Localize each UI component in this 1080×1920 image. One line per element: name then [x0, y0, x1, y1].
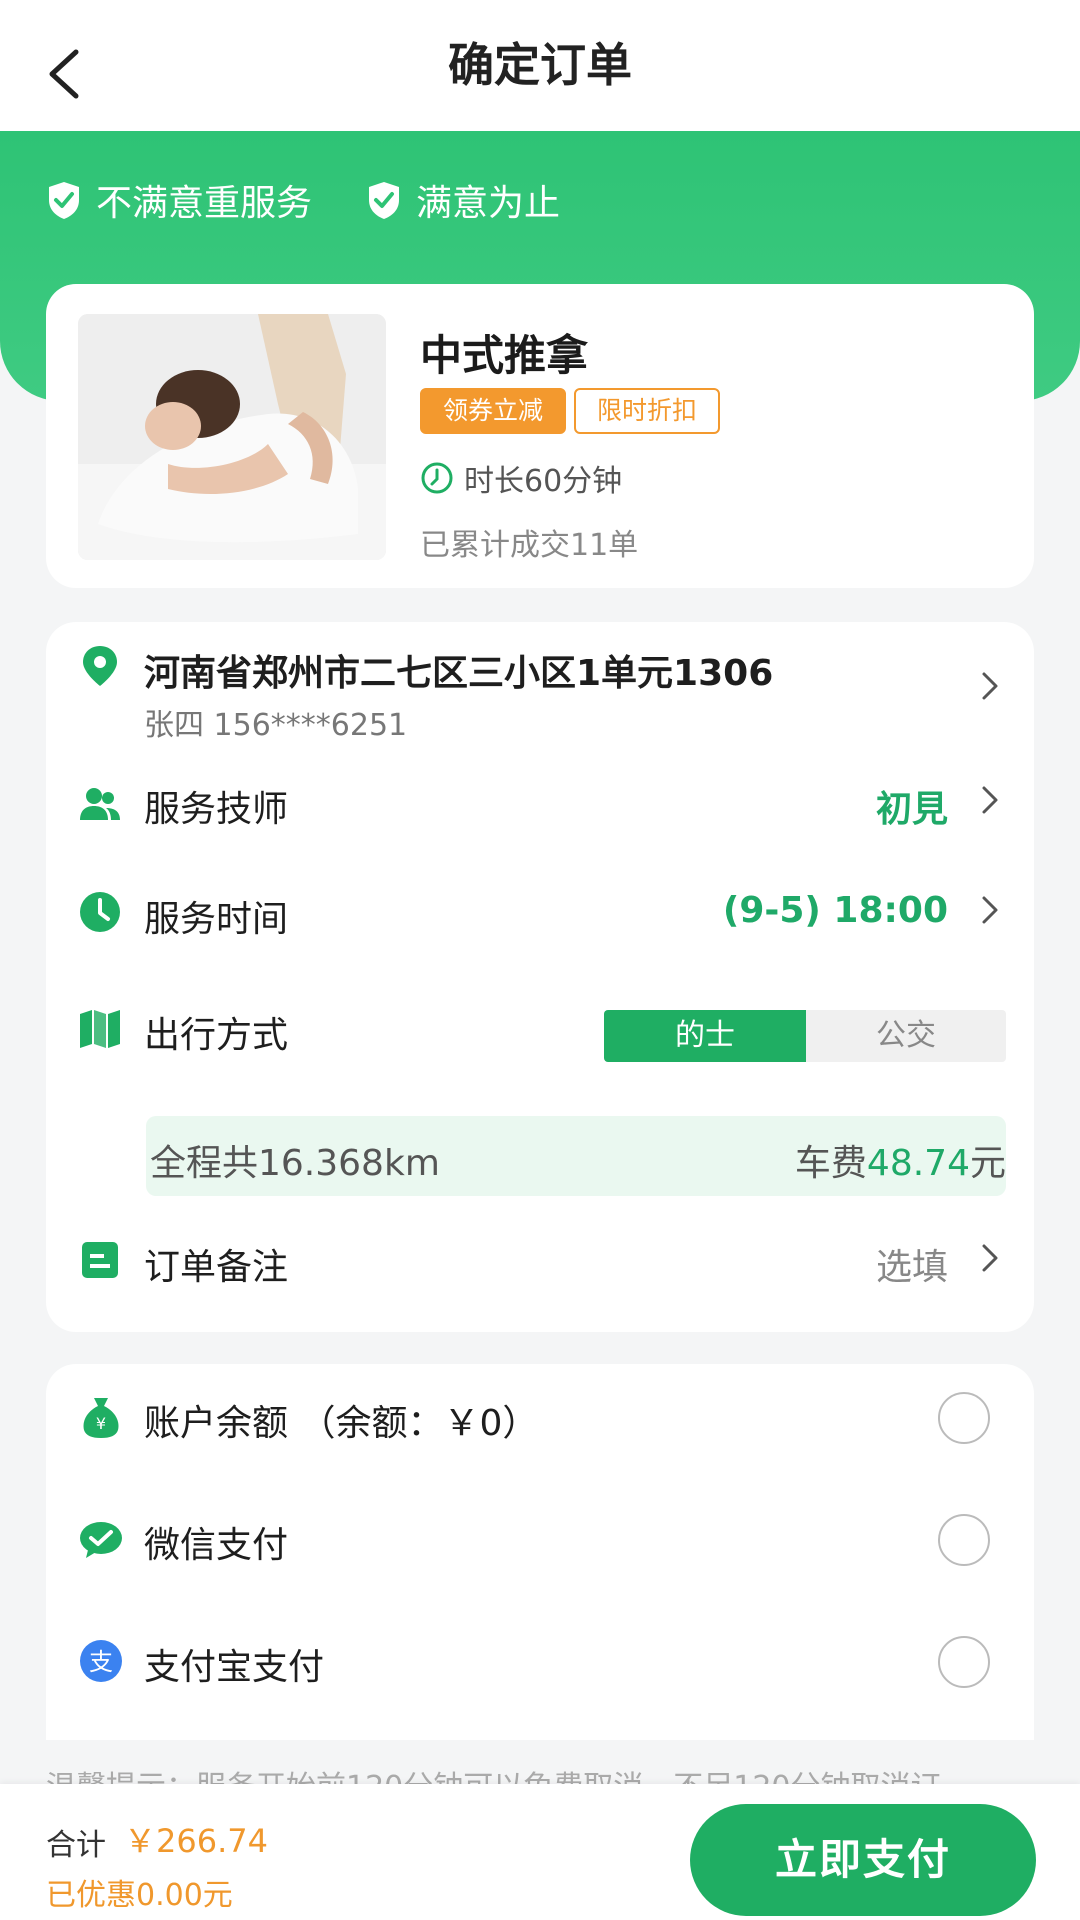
service-time-row[interactable]: 服务时间 (9-5) 18:00 [78, 862, 1002, 962]
fare-prefix: 车费 [794, 1143, 867, 1184]
note-icon [82, 1242, 118, 1278]
fare-suffix: 元 [969, 1143, 1006, 1184]
clock-filled-icon [80, 892, 120, 932]
shield-check-icon [49, 182, 79, 219]
chevron-right-icon [982, 896, 998, 924]
page-title: 确定订单 [448, 38, 632, 92]
pay-now-button[interactable]: 立即支付 [690, 1804, 1036, 1916]
guarantee-satisfied: 满意为止 [366, 176, 560, 224]
svg-text:支: 支 [89, 1648, 113, 1676]
remark-row[interactable]: 订单备注 选填 [78, 1212, 1002, 1312]
money-bag-icon: ¥ [83, 1398, 119, 1438]
header-bar: 确定订单 [0, 0, 1080, 131]
remark-placeholder: 选填 [875, 1247, 948, 1288]
pay-option-wechat[interactable]: 微信支付 [78, 1498, 1002, 1578]
travel-distance: 全程共16.368km [150, 1143, 440, 1184]
fare: 车费48.74元 [795, 1134, 1006, 1186]
remark-label: 订单备注 [144, 1247, 289, 1288]
wechat-radio[interactable] [938, 1514, 990, 1566]
pay-option-label: 微信支付 [144, 1525, 289, 1566]
fare-summary: 全程共16.368km 车费48.74元 [146, 1116, 1006, 1196]
pay-option-label: 账户余额 （余额：￥0） [144, 1403, 539, 1444]
technician-row[interactable]: 服务技师 初見 [78, 752, 1002, 852]
pay-option-alipay[interactable]: 支 支付宝支付 [78, 1620, 1002, 1700]
taxi-option[interactable]: 的士 [604, 1010, 806, 1062]
address-row[interactable]: 河南省郑州市二七区三小区1单元1306 张四 156****6251 [78, 622, 1002, 752]
duration: 时长60分钟 [420, 456, 622, 500]
location-pin-icon [83, 646, 117, 686]
users-icon [80, 788, 120, 820]
sold-count: 已累计成交11单 [420, 528, 639, 563]
checkout-bar: 合计 ￥266.74 已优惠0.00元 立即支付 [0, 1784, 1080, 1920]
payment-method-card: ¥ 账户余额 （余额：￥0） 微信支付 支 支付宝支付 [46, 1364, 1034, 1740]
bus-option[interactable]: 公交 [806, 1010, 1006, 1062]
address-contact: 张四 156****6251 [144, 708, 408, 743]
svg-text:¥: ¥ [96, 1414, 106, 1433]
fare-amount: 48.74 [866, 1143, 970, 1184]
alipay-radio[interactable] [938, 1636, 990, 1688]
map-icon [80, 1010, 120, 1048]
technician-label: 服务技师 [144, 789, 289, 830]
shield-check-icon [369, 182, 399, 219]
discount-tag: 限时折扣 [574, 388, 720, 434]
total-amount: ￥266.74 [124, 1822, 268, 1860]
travel-mode-toggle: 的士 公交 [604, 1010, 1006, 1062]
guarantee-redo: 不满意重服务 [46, 176, 312, 224]
service-time-label: 服务时间 [144, 899, 289, 940]
product-card[interactable]: 中式推拿 领券立减 限时折扣 时长60分钟 已累计成交11单 [46, 284, 1034, 588]
product-name: 中式推拿 [420, 331, 589, 380]
pay-option-label: 支付宝支付 [144, 1647, 325, 1688]
discount-saved: 已优惠0.00元 [46, 1878, 233, 1913]
order-info-card: 河南省郑州市二七区三小区1单元1306 张四 156****6251 服务技师 … [46, 622, 1034, 1332]
alipay-icon: 支 [80, 1640, 122, 1682]
chevron-right-icon [982, 672, 998, 700]
travel-label: 出行方式 [144, 1015, 289, 1056]
product-image [78, 314, 386, 560]
address-line: 河南省郑州市二七区三小区1单元1306 [144, 653, 774, 694]
clock-icon [421, 462, 453, 494]
duration-text: 时长60分钟 [464, 464, 623, 499]
chevron-right-icon [982, 1244, 998, 1272]
technician-value: 初見 [875, 789, 948, 830]
total-label: 合计 [46, 1828, 106, 1863]
service-time-value: (9-5) 18:00 [722, 890, 948, 931]
wechat-icon [80, 1522, 122, 1558]
balance-radio[interactable] [938, 1392, 990, 1444]
coupon-tag: 领券立减 [420, 388, 566, 434]
pay-option-balance[interactable]: ¥ 账户余额 （余额：￥0） [78, 1376, 1002, 1456]
guarantee-text: 不满意重服务 [96, 183, 313, 224]
chevron-right-icon [982, 786, 998, 814]
guarantee-text: 满意为止 [416, 183, 561, 224]
